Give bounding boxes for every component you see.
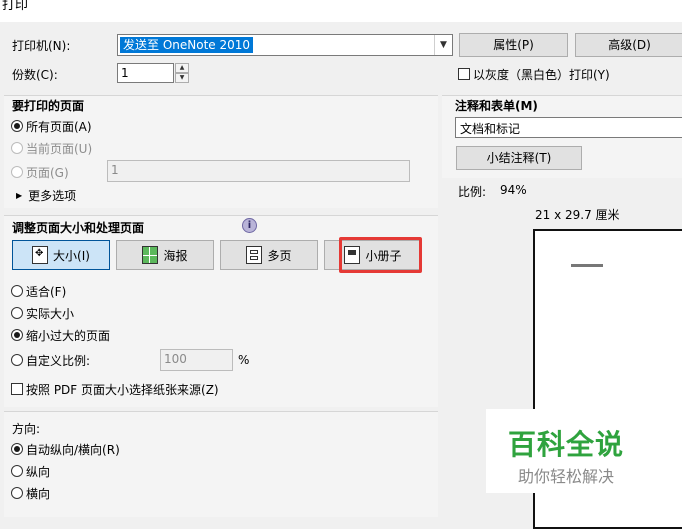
summarize-comments-button[interactable]: 小结注释(T) (456, 146, 582, 170)
spin-down-icon[interactable]: ▼ (175, 73, 189, 83)
copies-input[interactable]: 1 (117, 63, 174, 83)
triangle-right-icon: ▶ (16, 190, 23, 200)
comments-title: 注释和表单(M) (455, 99, 538, 113)
window-title: 打印 (2, 0, 29, 13)
paper-source-label: 按照 PDF 页面大小选择纸张来源(Z) (26, 382, 219, 397)
pages-all-option[interactable]: 所有页面(A) (11, 118, 92, 134)
watermark-sub-text: 助你轻松解决 (518, 467, 615, 486)
size-button[interactable]: ✥ 大小(I) (12, 240, 110, 270)
radio-current-page[interactable] (11, 142, 23, 154)
page-range-input[interactable]: 1 (107, 160, 410, 182)
more-options-toggle[interactable]: ▶ 更多选项 (16, 187, 76, 203)
radio-fit[interactable] (11, 285, 23, 297)
paper-size-label: 21 x 29.7 厘米 (535, 208, 620, 222)
grayscale-label: 以灰度（黑白色）打印(Y) (473, 67, 610, 82)
printer-selected-value: 发送至 OneNote 2010 (120, 37, 254, 53)
watermark-main-text: 百科全说 (508, 428, 625, 461)
pages-current-option[interactable]: 当前页面(U) (11, 140, 92, 156)
orientation-auto-label: 自动纵向/横向(R) (26, 442, 120, 457)
printer-label: 打印机(N): (12, 39, 71, 53)
comments-select[interactable]: 文档和标记 (455, 117, 682, 138)
radio-page-range[interactable] (11, 166, 23, 178)
spin-up-icon[interactable]: ▲ (175, 63, 189, 73)
comments-selected-value: 文档和标记 (460, 122, 521, 136)
orientation-portrait-option[interactable]: 纵向 (11, 463, 50, 479)
poster-button-label: 海报 (163, 248, 188, 263)
printer-select[interactable]: 发送至 OneNote 2010 ▼ (117, 34, 453, 56)
actual-size-option[interactable]: 实际大小 (11, 305, 74, 321)
pages-section-title: 要打印的页面 (12, 99, 85, 113)
orientation-panel (4, 411, 438, 517)
watermark-logo: 百科全说 助你轻松解决 (486, 409, 658, 493)
portrait-label: 纵向 (26, 464, 51, 479)
scale-value: 94% (500, 183, 527, 197)
pages-current-label: 当前页面(U) (26, 141, 93, 156)
more-options-label: 更多选项 (28, 188, 77, 203)
shrink-label: 缩小过大的页面 (26, 328, 111, 343)
radio-portrait[interactable] (11, 465, 23, 477)
shrink-option[interactable]: 缩小过大的页面 (11, 327, 110, 343)
pages-range-label: 页面(G) (26, 165, 69, 180)
sizing-section-title: 调整页面大小和处理页面 (12, 221, 145, 235)
copies-label: 份数(C): (12, 68, 58, 82)
multiple-pages-icon (246, 246, 263, 264)
actual-size-label: 实际大小 (26, 306, 75, 321)
multiple-pages-button-label: 多页 (267, 248, 292, 263)
resize-icon: ✥ (32, 246, 49, 264)
radio-custom-scale[interactable] (11, 354, 23, 366)
custom-scale-input[interactable]: 100 (160, 349, 233, 371)
radio-actual-size[interactable] (11, 307, 23, 319)
info-icon[interactable]: i (242, 218, 257, 233)
multiple-pages-button[interactable]: 多页 (220, 240, 318, 270)
pages-all-label: 所有页面(A) (26, 119, 92, 134)
chevron-down-icon[interactable]: ▼ (434, 35, 452, 55)
booklet-highlight-box (339, 237, 422, 273)
grayscale-option[interactable]: 以灰度（黑白色）打印(Y) (458, 66, 610, 82)
custom-scale-label: 自定义比例: (26, 353, 91, 368)
orientation-title: 方向: (12, 422, 41, 436)
properties-button[interactable]: 属性(P) (459, 33, 568, 57)
radio-auto-orientation[interactable] (11, 443, 23, 455)
orientation-auto-option[interactable]: 自动纵向/横向(R) (11, 441, 120, 457)
grayscale-checkbox[interactable] (458, 68, 470, 80)
orientation-landscape-option[interactable]: 横向 (11, 485, 50, 501)
fit-option[interactable]: 适合(F) (11, 283, 66, 299)
poster-icon (142, 246, 159, 264)
fit-label: 适合(F) (26, 284, 67, 299)
radio-shrink[interactable] (11, 329, 23, 341)
landscape-label: 横向 (26, 486, 51, 501)
preview-text-line (571, 264, 603, 267)
percent-sign: % (238, 353, 250, 367)
radio-all-pages[interactable] (11, 120, 23, 132)
radio-landscape[interactable] (11, 487, 23, 499)
custom-scale-option[interactable]: 自定义比例: (11, 352, 90, 368)
scale-label: 比例: (458, 185, 487, 199)
pages-range-option[interactable]: 页面(G) (11, 164, 69, 180)
advanced-button[interactable]: 高级(D) (575, 33, 682, 57)
size-button-label: 大小(I) (53, 248, 90, 263)
title-bar: 打印 (0, 0, 682, 22)
paper-source-checkbox[interactable] (11, 383, 23, 395)
poster-button[interactable]: 海报 (116, 240, 214, 270)
paper-source-option[interactable]: 按照 PDF 页面大小选择纸张来源(Z) (11, 381, 219, 397)
